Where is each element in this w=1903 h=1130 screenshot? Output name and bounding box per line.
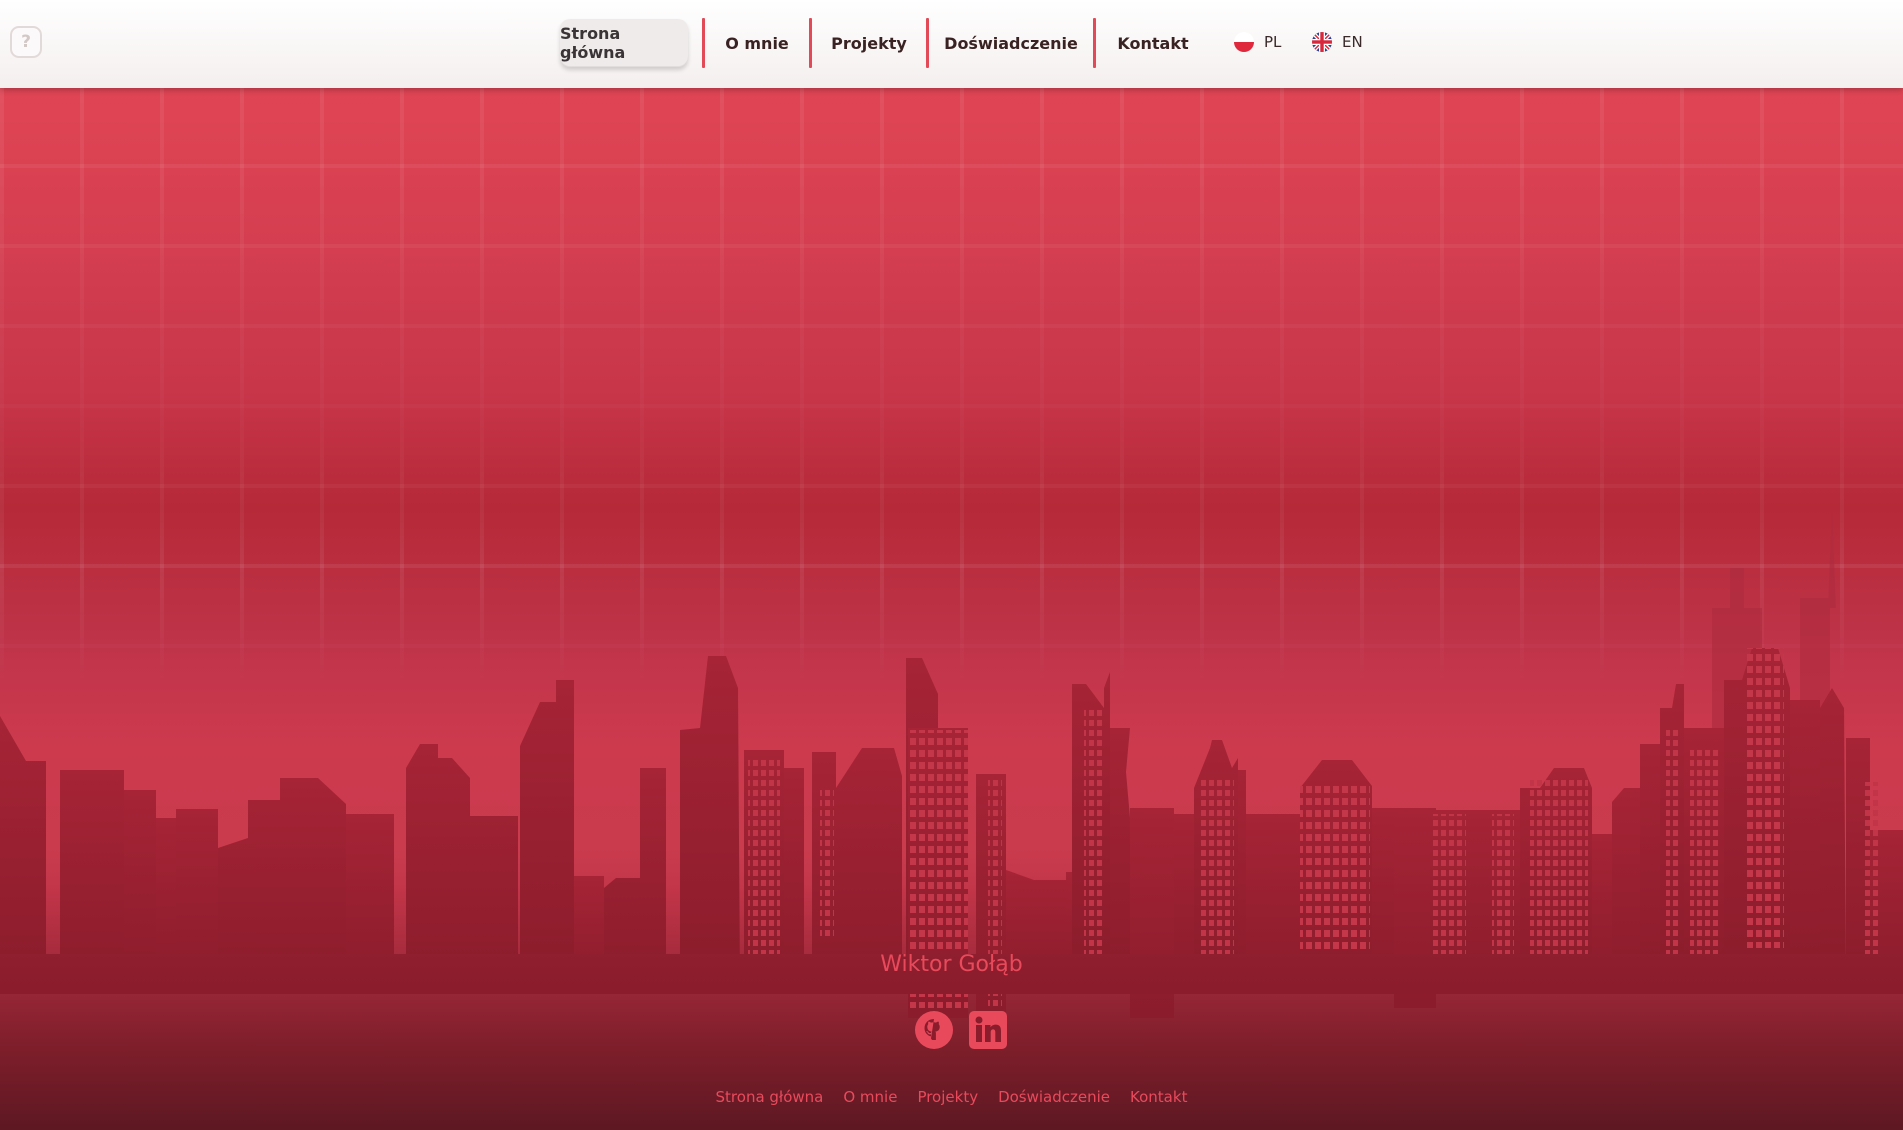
main-nav: Strona główna O mnie Projekty Doświadcze… [560,16,1208,70]
nav-item-home[interactable]: Strona główna [560,19,688,67]
github-icon[interactable] [914,1010,954,1050]
footer-link-home[interactable]: Strona główna [716,1088,824,1106]
poland-flag-icon [1234,32,1254,52]
nav-item-about[interactable]: O mnie [707,19,807,67]
uk-flag-icon [1312,32,1332,52]
top-navigation-bar: ? Strona główna O mnie Projekty Doświadc… [0,0,1903,88]
language-pl-label: PL [1264,33,1282,51]
footer-link-experience[interactable]: Doświadczenie [998,1088,1110,1106]
nav-separator [926,18,929,68]
language-en-label: EN [1342,33,1363,51]
nav-item-experience[interactable]: Doświadczenie [931,19,1091,67]
social-links [914,1010,1008,1050]
language-en-button[interactable]: EN [1312,32,1363,52]
nav-separator [702,18,705,68]
footer-link-projects[interactable]: Projekty [917,1088,978,1106]
linkedin-icon[interactable] [968,1010,1008,1050]
nav-separator [809,18,812,68]
help-button[interactable]: ? [10,26,42,58]
footer-link-contact[interactable]: Kontakt [1130,1088,1187,1106]
nav-item-projects[interactable]: Projekty [814,19,924,67]
language-pl-button[interactable]: PL [1234,32,1281,52]
footer-link-about[interactable]: O mnie [843,1088,897,1106]
footer-nav: Strona główna O mnie Projekty Doświadcze… [0,1088,1903,1106]
footer-author-name: Wiktor Gołąb [880,952,1023,977]
help-icon: ? [21,32,31,52]
nav-separator [1093,18,1096,68]
nav-item-contact[interactable]: Kontakt [1098,19,1208,67]
